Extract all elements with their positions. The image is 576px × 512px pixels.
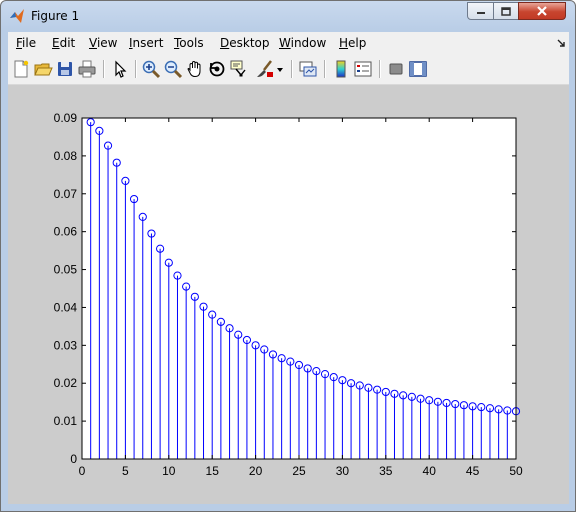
show-plot-tools-icon bbox=[409, 61, 427, 77]
x-tick-label: 0 bbox=[79, 464, 86, 478]
x-tick-label: 40 bbox=[423, 464, 437, 478]
data-cursor-icon bbox=[230, 60, 246, 77]
brush-icon bbox=[257, 60, 273, 77]
new-figure-icon bbox=[14, 60, 29, 78]
toolbar-separator bbox=[379, 60, 381, 78]
stem-plot[interactable]: 0 5 10 15 20 25 30 35 40 45 50 0 0.01 0.02 0.03 0.04 0.0… bbox=[8, 85, 569, 504]
close-icon bbox=[537, 6, 547, 16]
pan-button[interactable] bbox=[185, 59, 205, 79]
open-file-button[interactable] bbox=[33, 59, 53, 79]
data-cursor-button[interactable] bbox=[229, 59, 249, 79]
y-tick-label: 0.06 bbox=[54, 225, 78, 239]
print-button[interactable] bbox=[77, 59, 97, 79]
toolbar-separator bbox=[291, 60, 293, 78]
y-tick-label: 0.01 bbox=[54, 414, 78, 428]
open-file-icon bbox=[34, 63, 53, 76]
save-button[interactable] bbox=[55, 59, 75, 79]
legend-button[interactable] bbox=[353, 59, 373, 79]
minimize-icon bbox=[476, 12, 485, 14]
maximize-icon bbox=[501, 6, 511, 16]
x-tick-label: 50 bbox=[509, 464, 523, 478]
colorbar-icon bbox=[336, 60, 346, 78]
legend-icon bbox=[354, 61, 372, 77]
minimize-button[interactable] bbox=[467, 2, 494, 20]
menu-view[interactable]: View bbox=[89, 36, 117, 50]
x-tick-label: 5 bbox=[122, 464, 129, 478]
zoom-out-icon bbox=[164, 60, 183, 79]
y-tick-label: 0.04 bbox=[54, 300, 78, 314]
matlab-logo-icon bbox=[10, 9, 24, 23]
window-title: Figure 1 bbox=[31, 9, 80, 23]
zoom-in-icon bbox=[142, 60, 161, 79]
chevron-down-icon bbox=[277, 68, 283, 72]
figure-toolbar bbox=[8, 54, 569, 85]
save-icon bbox=[58, 62, 72, 76]
y-tick-label: 0.02 bbox=[54, 376, 78, 390]
x-tick-label: 35 bbox=[379, 464, 393, 478]
menu-window[interactable]: Window bbox=[279, 36, 326, 50]
edit-plot-icon bbox=[115, 60, 127, 78]
menu-desktop[interactable]: Desktop bbox=[220, 36, 270, 50]
link-plot-icon bbox=[299, 61, 317, 77]
x-tick-label: 10 bbox=[162, 464, 176, 478]
y-tick-label: 0.08 bbox=[54, 149, 78, 163]
toolbar-separator bbox=[103, 60, 105, 78]
toolbar-separator bbox=[324, 60, 326, 78]
colorbar-button[interactable] bbox=[331, 59, 351, 79]
x-tick-label: 15 bbox=[206, 464, 220, 478]
maximize-button[interactable] bbox=[493, 2, 519, 20]
link-plot-button[interactable] bbox=[298, 59, 318, 79]
y-tick-label: 0.09 bbox=[54, 111, 78, 125]
hide-plot-tools-button[interactable] bbox=[386, 59, 406, 79]
menu-tools[interactable]: Tools bbox=[174, 36, 204, 50]
show-plot-tools-button[interactable] bbox=[408, 59, 428, 79]
close-button[interactable] bbox=[518, 2, 566, 20]
x-tick-label: 30 bbox=[336, 464, 350, 478]
print-icon bbox=[78, 60, 96, 78]
y-tick-label: 0.07 bbox=[54, 187, 78, 201]
rotate-3d-button[interactable] bbox=[207, 59, 227, 79]
x-tick-label: 25 bbox=[292, 464, 306, 478]
y-tick-label: 0 bbox=[70, 452, 77, 466]
brush-button[interactable] bbox=[255, 59, 275, 79]
menu-insert[interactable]: Insert bbox=[129, 36, 163, 50]
menu-bar: File Edit View Insert Tools Desktop Wind… bbox=[8, 32, 569, 54]
rotate-3d-icon bbox=[209, 61, 225, 77]
edit-plot-button[interactable] bbox=[110, 59, 130, 79]
figure-window: Figure 1 File Edit View Insert Tools Des… bbox=[0, 0, 576, 512]
y-tick-label: 0.05 bbox=[54, 263, 78, 277]
y-tick-label: 0.03 bbox=[54, 338, 78, 352]
toolbar-separator bbox=[135, 60, 137, 78]
pan-icon bbox=[187, 60, 201, 78]
figure-canvas: 0 5 10 15 20 25 30 35 40 45 50 0 0.01 0.02 0.03 0.04 0.0… bbox=[8, 85, 569, 504]
menu-help[interactable]: Help bbox=[339, 36, 366, 50]
x-tick-label: 45 bbox=[466, 464, 480, 478]
dock-arrow-icon[interactable] bbox=[556, 38, 566, 48]
brush-menu-button[interactable] bbox=[275, 59, 285, 79]
title-bar[interactable]: Figure 1 bbox=[1, 1, 575, 31]
menu-file[interactable]: File bbox=[16, 36, 36, 50]
menu-edit[interactable]: Edit bbox=[52, 36, 75, 50]
zoom-in-button[interactable] bbox=[141, 59, 161, 79]
zoom-out-button[interactable] bbox=[163, 59, 183, 79]
hide-plot-tools-icon bbox=[389, 63, 403, 75]
x-tick-label: 20 bbox=[249, 464, 263, 478]
new-figure-button[interactable] bbox=[11, 59, 31, 79]
